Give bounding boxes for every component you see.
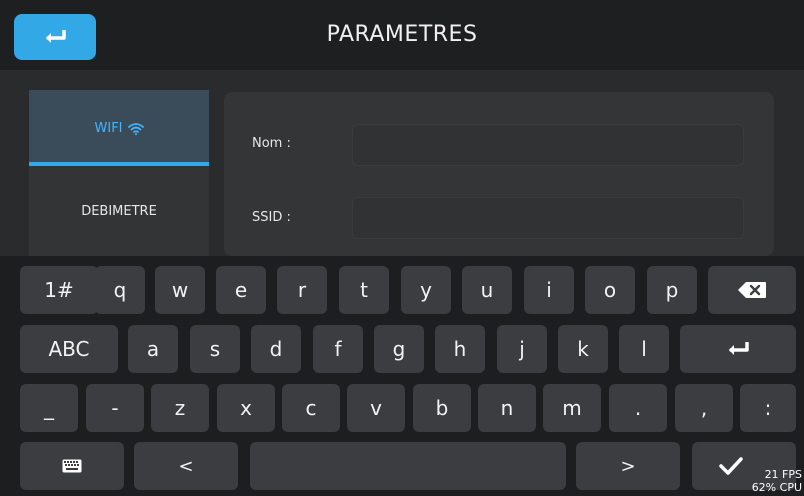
tab-wifi-label: WIFI <box>94 120 123 136</box>
page-title: PARAMETRES <box>326 22 478 47</box>
wifi-form-panel: Nom : SSID : <box>224 92 774 256</box>
enter-arrow-icon <box>729 342 749 355</box>
key-n[interactable]: n <box>478 384 536 432</box>
key-backspace[interactable] <box>708 266 796 314</box>
key-underscore[interactable]: _ <box>20 384 78 432</box>
checkmark-icon <box>719 457 743 475</box>
key-l[interactable]: l <box>619 325 669 373</box>
key-space[interactable] <box>250 442 566 490</box>
ssid-field-label: SSID : <box>252 210 291 225</box>
key-y[interactable]: y <box>401 266 451 314</box>
key-t[interactable]: t <box>339 266 389 314</box>
key-hyphen[interactable]: - <box>86 384 144 432</box>
tab-wifi[interactable]: WIFI <box>29 90 209 166</box>
virtual-keyboard: 1# q w e r t y u i o p ABC a s d f g h j… <box>0 256 804 496</box>
key-s[interactable]: s <box>190 325 240 373</box>
key-z[interactable]: z <box>151 384 209 432</box>
key-h[interactable]: h <box>435 325 485 373</box>
fps-counter: 21 FPS <box>764 468 802 481</box>
key-m[interactable]: m <box>543 384 601 432</box>
key-u[interactable]: u <box>462 266 512 314</box>
key-abc[interactable]: ABC <box>20 325 118 373</box>
key-a[interactable]: a <box>128 325 178 373</box>
key-colon[interactable]: : <box>740 384 796 432</box>
performance-overlay: 21 FPS 62% CPU <box>752 468 802 494</box>
key-w[interactable]: w <box>155 266 205 314</box>
key-d[interactable]: d <box>251 325 301 373</box>
key-enter[interactable] <box>680 325 796 373</box>
key-i[interactable]: i <box>524 266 574 314</box>
ssid-input[interactable] <box>352 197 744 239</box>
key-e[interactable]: e <box>216 266 266 314</box>
settings-content: WIFI DEBIMETRE Nom : SSID : <box>0 70 804 256</box>
key-c[interactable]: c <box>282 384 340 432</box>
key-q[interactable]: q <box>95 266 145 314</box>
wifi-icon <box>127 122 144 135</box>
key-cursor-right[interactable]: > <box>576 442 680 490</box>
key-symbols[interactable]: 1# <box>20 266 98 314</box>
key-j[interactable]: j <box>497 325 547 373</box>
key-p[interactable]: p <box>647 266 697 314</box>
tab-debimetre[interactable]: DEBIMETRE <box>29 166 209 256</box>
header-bar: PARAMETRES <box>0 0 804 70</box>
key-o[interactable]: o <box>585 266 635 314</box>
key-keyboard-toggle[interactable] <box>20 442 124 490</box>
key-k[interactable]: k <box>558 325 608 373</box>
key-r[interactable]: r <box>277 266 327 314</box>
key-v[interactable]: v <box>347 384 405 432</box>
key-f[interactable]: f <box>313 325 363 373</box>
key-g[interactable]: g <box>374 325 424 373</box>
tab-debimetre-label: DEBIMETRE <box>81 203 157 219</box>
cpu-usage: 62% CPU <box>751 481 802 494</box>
key-comma[interactable]: , <box>675 384 733 432</box>
name-field-label: Nom : <box>252 136 291 151</box>
key-cursor-left[interactable]: < <box>134 442 238 490</box>
keyboard-icon <box>62 459 82 473</box>
backspace-icon <box>738 282 766 298</box>
key-period[interactable]: . <box>609 384 667 432</box>
key-x[interactable]: x <box>217 384 275 432</box>
name-input[interactable] <box>352 124 744 166</box>
key-b[interactable]: b <box>413 384 471 432</box>
